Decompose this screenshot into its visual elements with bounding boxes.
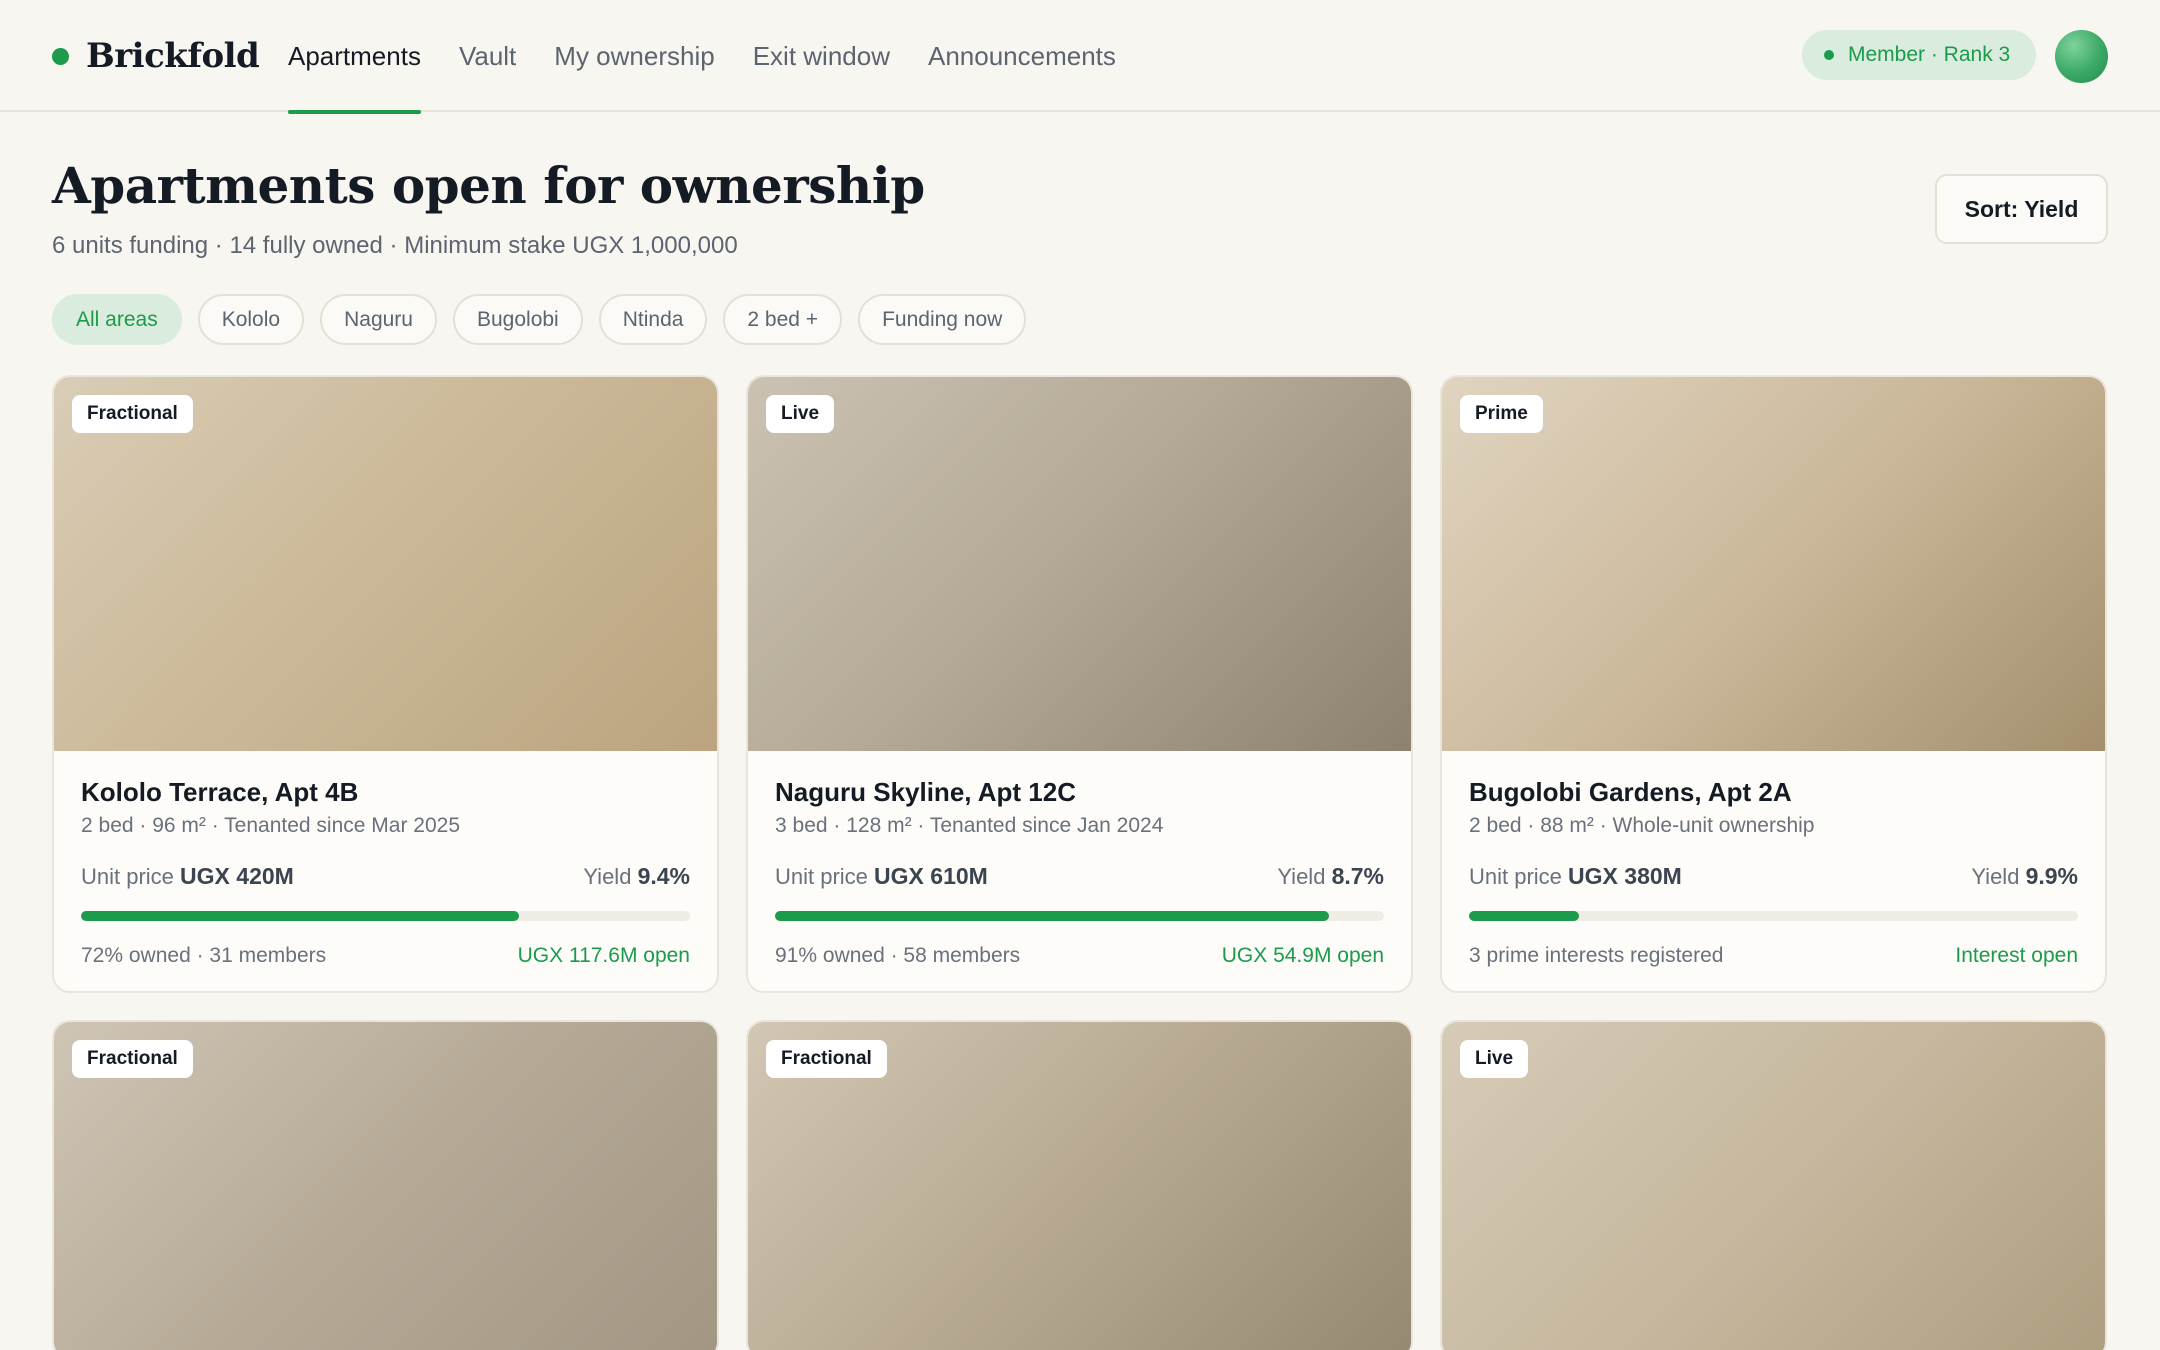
unit-price: Unit price UGX 420M [81, 863, 294, 890]
ownership-progress-fill [775, 911, 1330, 921]
apartment-meta: 2 bed · 88 m² · Whole-unit ownership [1469, 814, 1815, 837]
main-nav: Apartments Vault My ownership Exit windo… [288, 0, 1154, 114]
apartment-title: Naguru Skyline, Apt 12C [775, 777, 1076, 807]
nav-item-announcements[interactable]: Announcements [928, 0, 1116, 112]
brand-name: Brickfold [86, 36, 260, 76]
price-yield-row: Unit price UGX 380M Yield 9.9% [1469, 863, 2078, 893]
apartment-meta: 3 bed · 128 m² · Tenanted since Jan 2024 [775, 814, 1164, 837]
brand-logo[interactable]: Brickfold [52, 30, 260, 82]
page-title: Apartments open for ownership [52, 156, 925, 215]
price-yield-row: Unit price UGX 610M Yield 8.7% [775, 863, 1384, 893]
apartment-photo [1442, 377, 2105, 751]
yield-value: 8.7% [1331, 863, 1384, 889]
ownership-progress-bar [775, 911, 1384, 921]
apartment-title: Kololo Terrace, Apt 4B [81, 777, 359, 807]
yield: Yield 9.4% [583, 863, 690, 890]
member-rank-label: Member · Rank 3 [1848, 43, 2011, 66]
unit-price: Unit price UGX 380M [1469, 863, 1682, 890]
unit-price-label: Unit price [1469, 864, 1562, 889]
nav-item-my-ownership[interactable]: My ownership [554, 0, 714, 112]
nav-item-apartments[interactable]: Apartments [288, 0, 421, 114]
ownership-summary: 72% owned · 31 members [81, 944, 327, 967]
ownership-type-tag: Prime [1460, 395, 1543, 433]
unit-price-label: Unit price [775, 864, 868, 889]
ownership-type-tag: Fractional [766, 1040, 887, 1078]
status-dot-icon [1824, 50, 1834, 60]
nav-item-exit-window[interactable]: Exit window [753, 0, 890, 112]
card-footer: 72% owned · 31 members UGX 117.6M open [81, 944, 690, 974]
page-subtitle: 6 units funding · 14 fully owned · Minim… [52, 232, 738, 259]
ownership-type-tag: Live [766, 395, 835, 433]
ownership-type-tag: Fractional [72, 395, 193, 433]
member-rank-badge[interactable]: Member · Rank 3 [1802, 30, 2036, 80]
apartment-photo [748, 377, 1411, 751]
card-footer: 3 prime interests registered Interest op… [1469, 944, 2078, 974]
apartment-photo [1442, 1022, 2105, 1350]
apartment-card[interactable]: Live [1440, 1020, 2107, 1350]
interest-status: Interest open [1955, 944, 2078, 967]
open-amount: UGX 54.9M open [1221, 944, 1384, 967]
ownership-summary: 91% owned · 58 members [775, 944, 1021, 967]
filter-chip-bugolobi[interactable]: Bugolobi [452, 294, 583, 345]
apartment-card[interactable]: Live Naguru Skyline, Apt 12C 3 bed · 128… [746, 375, 1413, 993]
filter-chip-ntinda[interactable]: Ntinda [598, 294, 708, 345]
apartment-photo [54, 377, 717, 751]
filter-chip-funding-now[interactable]: Funding now [858, 294, 1027, 345]
filter-chip-naguru[interactable]: Naguru [320, 294, 437, 345]
apartment-title: Bugolobi Gardens, Apt 2A [1469, 777, 1792, 807]
unit-price-value: UGX 380M [1568, 863, 1682, 889]
sort-button[interactable]: Sort: Yield [1935, 174, 2108, 244]
unit-price: Unit price UGX 610M [775, 863, 988, 890]
user-avatar[interactable] [2055, 30, 2108, 83]
brand-dot-icon [52, 47, 69, 65]
apartment-meta: 2 bed · 96 m² · Tenanted since Mar 2025 [81, 814, 460, 837]
ownership-type-tag: Fractional [72, 1040, 193, 1078]
yield: Yield 9.9% [1971, 863, 2078, 890]
unit-price-value: UGX 610M [874, 863, 988, 889]
yield-value: 9.9% [2025, 863, 2078, 889]
filter-chip-all-areas[interactable]: All areas [52, 294, 182, 345]
price-yield-row: Unit price UGX 420M Yield 9.4% [81, 863, 690, 893]
yield-label: Yield [1277, 864, 1326, 889]
apartment-card[interactable]: Fractional Kololo Terrace, Apt 4B 2 bed … [52, 375, 719, 993]
ownership-progress-fill [1469, 911, 1579, 921]
apartment-card[interactable]: Prime Bugolobi Gardens, Apt 2A 2 bed · 8… [1440, 375, 2107, 993]
filter-chip-kololo[interactable]: Kololo [197, 294, 305, 345]
ownership-progress-bar [81, 911, 690, 921]
yield-value: 9.4% [637, 863, 690, 889]
yield-label: Yield [583, 864, 632, 889]
unit-price-value: UGX 420M [180, 863, 294, 889]
apartment-card[interactable]: Fractional [52, 1020, 719, 1350]
ownership-progress-bar [1469, 911, 2078, 921]
ownership-progress-fill [81, 911, 520, 921]
filter-chip-2-bed-plus[interactable]: 2 bed + [723, 294, 843, 345]
yield: Yield 8.7% [1277, 863, 1384, 890]
yield-label: Yield [1971, 864, 2020, 889]
open-amount: UGX 117.6M open [517, 944, 690, 967]
apartment-card[interactable]: Fractional [746, 1020, 1413, 1350]
unit-price-label: Unit price [81, 864, 174, 889]
area-filter-chips: All areas Kololo Naguru Bugolobi Ntinda … [52, 294, 1042, 345]
card-footer: 91% owned · 58 members UGX 54.9M open [775, 944, 1384, 974]
ownership-type-tag: Live [1460, 1040, 1529, 1078]
top-navigation-bar: Brickfold Apartments Vault My ownership … [0, 0, 2160, 114]
ownership-summary: 3 prime interests registered [1469, 944, 1724, 967]
nav-item-vault[interactable]: Vault [459, 0, 516, 112]
